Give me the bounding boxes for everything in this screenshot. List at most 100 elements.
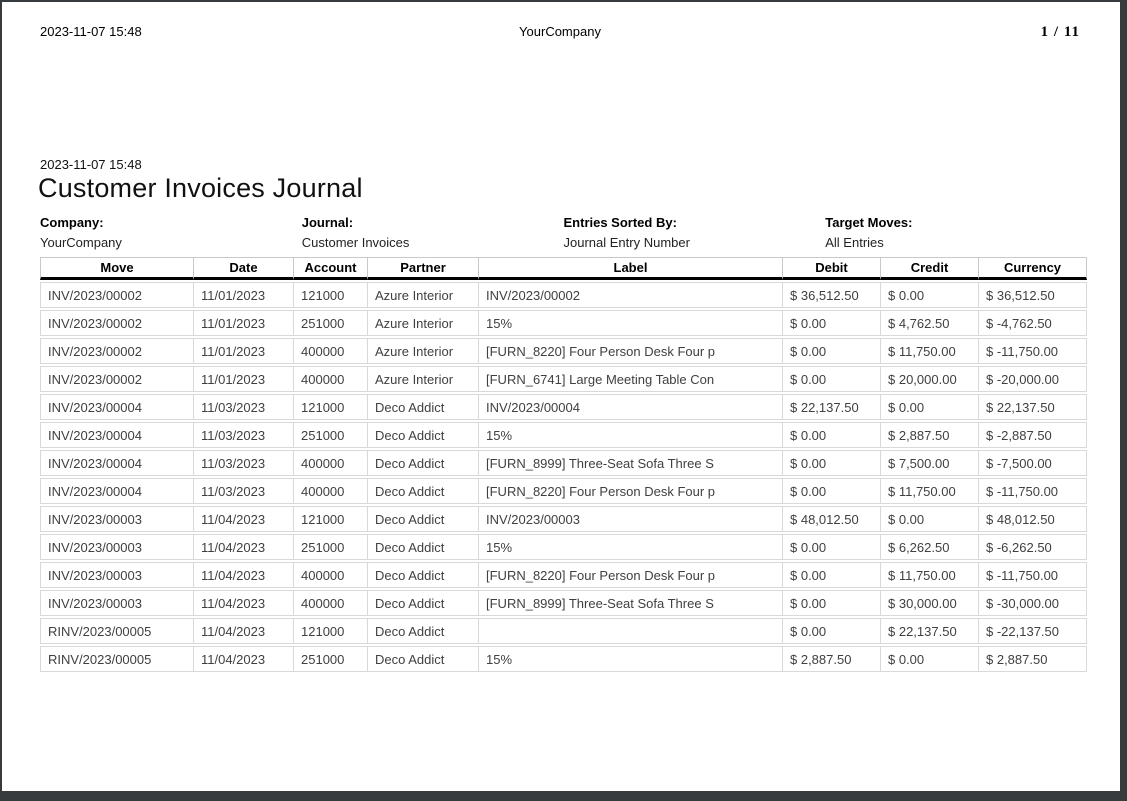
cell-currency: $ -20,000.00 bbox=[978, 366, 1087, 392]
meta-value-company: YourCompany bbox=[40, 235, 122, 250]
cell-debit: $ 22,137.50 bbox=[782, 394, 880, 420]
cell-currency: $ -2,887.50 bbox=[978, 422, 1087, 448]
cell-date: 11/01/2023 bbox=[193, 366, 293, 392]
journal-entries-table: Move Date Account Partner Label Debit Credit Cu… bbox=[40, 255, 1087, 674]
journal-header-row: Move Date Account Partner Label Debit Credit Cu… bbox=[40, 257, 1087, 280]
meta-company: Company: YourCompany bbox=[40, 213, 302, 253]
journal-line-row: INV/2023/00004 11/03/2023 400000 Deco Addic… bbox=[40, 450, 1087, 476]
cell-date: 11/03/2023 bbox=[193, 394, 293, 420]
cell-currency: $ 36,512.50 bbox=[978, 282, 1087, 308]
header-page-indicator: 1 / 11 bbox=[1040, 24, 1081, 40]
cell-date: 11/03/2023 bbox=[193, 478, 293, 504]
journal-line-row: INV/2023/00003 11/04/2023 400000 Deco Addic… bbox=[40, 590, 1087, 616]
meta-label-sorted-by: Entries Sorted By: bbox=[563, 215, 677, 230]
cell-partner: Deco Addict bbox=[367, 506, 478, 532]
column-header-debit: Debit bbox=[782, 257, 880, 280]
column-header-credit: Credit bbox=[880, 257, 978, 280]
cell-label: INV/2023/00004 bbox=[478, 394, 782, 420]
cell-account: 251000 bbox=[293, 310, 367, 336]
column-header-currency: Currency bbox=[978, 257, 1087, 280]
cell-label: INV/2023/00002 bbox=[478, 282, 782, 308]
meta-label-journal: Journal: bbox=[301, 215, 354, 230]
cell-move: INV/2023/00004 bbox=[40, 478, 193, 504]
cell-date: 11/03/2023 bbox=[193, 422, 293, 448]
cell-label: [FURN_8220] Four Person Desk Four p bbox=[478, 562, 782, 588]
cell-label: 15% bbox=[478, 534, 782, 560]
cell-move: INV/2023/00004 bbox=[40, 422, 193, 448]
cell-move: INV/2023/00004 bbox=[40, 450, 193, 476]
header-company-name: YourCompany bbox=[519, 24, 601, 39]
journal-line-row: INV/2023/00003 11/04/2023 400000 Deco Addic… bbox=[40, 562, 1087, 588]
meta-value-journal: Customer Invoices bbox=[301, 235, 410, 250]
journal-line-row: INV/2023/00002 11/01/2023 121000 Azure Inte… bbox=[40, 282, 1087, 308]
journal-line-row: INV/2023/00002 11/01/2023 400000 Azure Inte… bbox=[40, 366, 1087, 392]
journal-table-body: INV/2023/00002 11/01/2023 121000 Azure Inte… bbox=[40, 282, 1087, 672]
cell-currency: $ -6,262.50 bbox=[978, 534, 1087, 560]
cell-move: INV/2023/00002 bbox=[40, 338, 193, 364]
cell-date: 11/04/2023 bbox=[193, 618, 293, 644]
cell-partner: Deco Addict bbox=[367, 450, 478, 476]
report-datetime: 2023-11-07 15:48 bbox=[40, 157, 142, 172]
cell-date: 11/01/2023 bbox=[193, 338, 293, 364]
cell-account: 121000 bbox=[293, 618, 367, 644]
meta-target-moves: Target Moves: All Entries bbox=[825, 213, 1087, 253]
cell-currency: $ -4,762.50 bbox=[978, 310, 1087, 336]
column-header-label: Label bbox=[478, 257, 782, 280]
cell-label: [FURN_6741] Large Meeting Table Con bbox=[478, 366, 782, 392]
cell-account: 251000 bbox=[293, 534, 367, 560]
cell-partner: Azure Interior bbox=[367, 366, 478, 392]
column-header-partner: Partner bbox=[367, 257, 478, 280]
cell-currency: $ 2,887.50 bbox=[978, 646, 1087, 672]
cell-move: INV/2023/00003 bbox=[40, 562, 193, 588]
cell-account: 121000 bbox=[293, 506, 367, 532]
cell-account: 400000 bbox=[293, 478, 367, 504]
column-header-move: Move bbox=[40, 257, 193, 280]
cell-currency: $ -30,000.00 bbox=[978, 590, 1087, 616]
cell-account: 400000 bbox=[293, 562, 367, 588]
cell-credit: $ 0.00 bbox=[880, 282, 978, 308]
cell-label: [FURN_8999] Three-Seat Sofa Three S bbox=[478, 450, 782, 476]
journal-line-row: INV/2023/00003 11/04/2023 121000 Deco Addic… bbox=[40, 506, 1087, 532]
cell-account: 121000 bbox=[293, 282, 367, 308]
cell-partner: Deco Addict bbox=[367, 422, 478, 448]
cell-debit: $ 2,887.50 bbox=[782, 646, 880, 672]
cell-partner: Deco Addict bbox=[367, 562, 478, 588]
cell-move: INV/2023/00003 bbox=[40, 590, 193, 616]
cell-move: RINV/2023/00005 bbox=[40, 646, 193, 672]
cell-label: 15% bbox=[478, 310, 782, 336]
column-header-account: Account bbox=[293, 257, 367, 280]
journal-line-row: RINV/2023/00005 11/04/2023 251000 Deco Addi… bbox=[40, 646, 1087, 672]
journal-line-row: INV/2023/00002 11/01/2023 400000 Azure Inte… bbox=[40, 338, 1087, 364]
cell-debit: $ 0.00 bbox=[782, 562, 880, 588]
journal-line-row: INV/2023/00004 11/03/2023 251000 Deco Addic… bbox=[40, 422, 1087, 448]
cell-partner: Azure Interior bbox=[367, 338, 478, 364]
cell-move: INV/2023/00002 bbox=[40, 366, 193, 392]
cell-label: [FURN_8220] Four Person Desk Four p bbox=[478, 478, 782, 504]
meta-label-company: Company: bbox=[40, 215, 104, 230]
cell-label: 15% bbox=[478, 422, 782, 448]
cell-currency: $ -11,750.00 bbox=[978, 562, 1087, 588]
cell-debit: $ 0.00 bbox=[782, 338, 880, 364]
cell-currency: $ 48,012.50 bbox=[978, 506, 1087, 532]
cell-currency: $ 22,137.50 bbox=[978, 394, 1087, 420]
cell-debit: $ 0.00 bbox=[782, 310, 880, 336]
cell-credit: $ 0.00 bbox=[880, 506, 978, 532]
cell-currency: $ -11,750.00 bbox=[978, 338, 1087, 364]
cell-credit: $ 11,750.00 bbox=[880, 562, 978, 588]
cell-debit: $ 0.00 bbox=[782, 366, 880, 392]
cell-label: [FURN_8220] Four Person Desk Four p bbox=[478, 338, 782, 364]
cell-credit: $ 2,887.50 bbox=[880, 422, 978, 448]
cell-date: 11/04/2023 bbox=[193, 506, 293, 532]
cell-partner: Azure Interior bbox=[367, 282, 478, 308]
cell-move: RINV/2023/00005 bbox=[40, 618, 193, 644]
cell-partner: Azure Interior bbox=[367, 310, 478, 336]
cell-account: 400000 bbox=[293, 590, 367, 616]
cell-credit: $ 0.00 bbox=[880, 394, 978, 420]
journal-line-row: INV/2023/00004 11/03/2023 121000 Deco Addic… bbox=[40, 394, 1087, 420]
pdf-page: 2023-11-07 15:48 YourCompany 1 / 11 2023… bbox=[2, 2, 1120, 791]
cell-date: 11/04/2023 bbox=[193, 646, 293, 672]
cell-account: 121000 bbox=[293, 394, 367, 420]
cell-credit: $ 20,000.00 bbox=[880, 366, 978, 392]
cell-debit: $ 0.00 bbox=[782, 422, 880, 448]
meta-journal: Journal: Customer Invoices bbox=[302, 213, 564, 253]
